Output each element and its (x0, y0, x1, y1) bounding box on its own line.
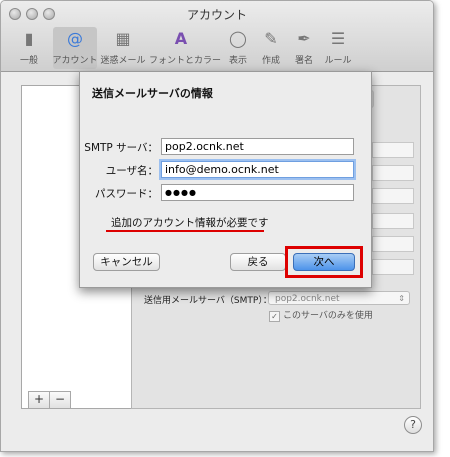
toolbar-rules[interactable]: ☰ ルール (316, 27, 360, 69)
preferences-window: アカウント ▮ 一般 @ アカウント ▦ 迷惑メール A フォントとカラー ◯ … (0, 0, 434, 452)
window-title: アカウント (186, 8, 247, 22)
help-button[interactable]: ? (404, 416, 422, 434)
toolbar-fonts-colors[interactable]: A フォントとカラー (149, 27, 221, 69)
trash-bin-icon: ▦ (115, 29, 131, 48)
switch-icon: ▮ (24, 29, 34, 48)
detail-field[interactable] (372, 259, 414, 275)
smtp-server-field-label: SMTP サーバ： (84, 142, 158, 154)
toolbar-junk-mail[interactable]: ▦ 迷惑メール (100, 27, 145, 69)
titlebar: アカウント ▮ 一般 @ アカウント ▦ 迷惑メール A フォントとカラー ◯ … (1, 1, 433, 72)
at-sign-icon: @ (67, 29, 83, 48)
password-field-label: パスワード： (95, 188, 158, 200)
back-button[interactable]: 戻る (230, 253, 286, 271)
detail-field[interactable] (372, 213, 414, 229)
pencil-paper-icon: ✎ (264, 29, 278, 48)
highlight-underline (106, 230, 264, 232)
username-field-label: ユーザ名： (105, 165, 158, 177)
sheet-title: 送信メールサーバの情報 (92, 87, 213, 100)
only-this-server-label: このサーバのみを使用 (283, 311, 373, 321)
smtp-server-value: pop2.ocnk.net (275, 294, 340, 304)
rules-icon: ☰ (330, 29, 346, 48)
outgoing-server-sheet: 送信メールサーバの情報 SMTP サーバ： pop2.ocnk.net ユーザ名… (79, 71, 372, 288)
glasses-icon: ◯ (229, 29, 247, 48)
smtp-server-field[interactable]: pop2.ocnk.net (161, 138, 354, 155)
detail-field[interactable] (372, 188, 414, 204)
highlight-box (285, 246, 363, 278)
smtp-server-popup[interactable]: pop2.ocnk.net ⇕ (268, 291, 410, 305)
only-this-server-option[interactable]: ✓ このサーバのみを使用 (269, 308, 373, 322)
popup-arrows-icon: ⇕ (398, 294, 405, 303)
fonts-colors-icon: A (174, 29, 188, 48)
smtp-server-label: 送信用メールサーバ（SMTP）： (144, 296, 272, 306)
cancel-button[interactable]: キャンセル (93, 253, 160, 271)
detail-field[interactable] (372, 165, 414, 181)
detail-field[interactable] (372, 142, 414, 158)
remove-account-button[interactable]: − (49, 391, 71, 409)
additional-info-notice: 追加のアカウント情報が必要です (111, 217, 269, 229)
password-field[interactable]: ●●●● (161, 184, 354, 201)
username-field[interactable]: info@demo.ocnk.net (161, 161, 354, 178)
add-account-button[interactable]: + (28, 391, 50, 409)
checkbox-checked-icon[interactable]: ✓ (269, 311, 280, 322)
detail-field[interactable] (372, 236, 414, 252)
signature-pen-icon: ✒ (297, 29, 311, 48)
